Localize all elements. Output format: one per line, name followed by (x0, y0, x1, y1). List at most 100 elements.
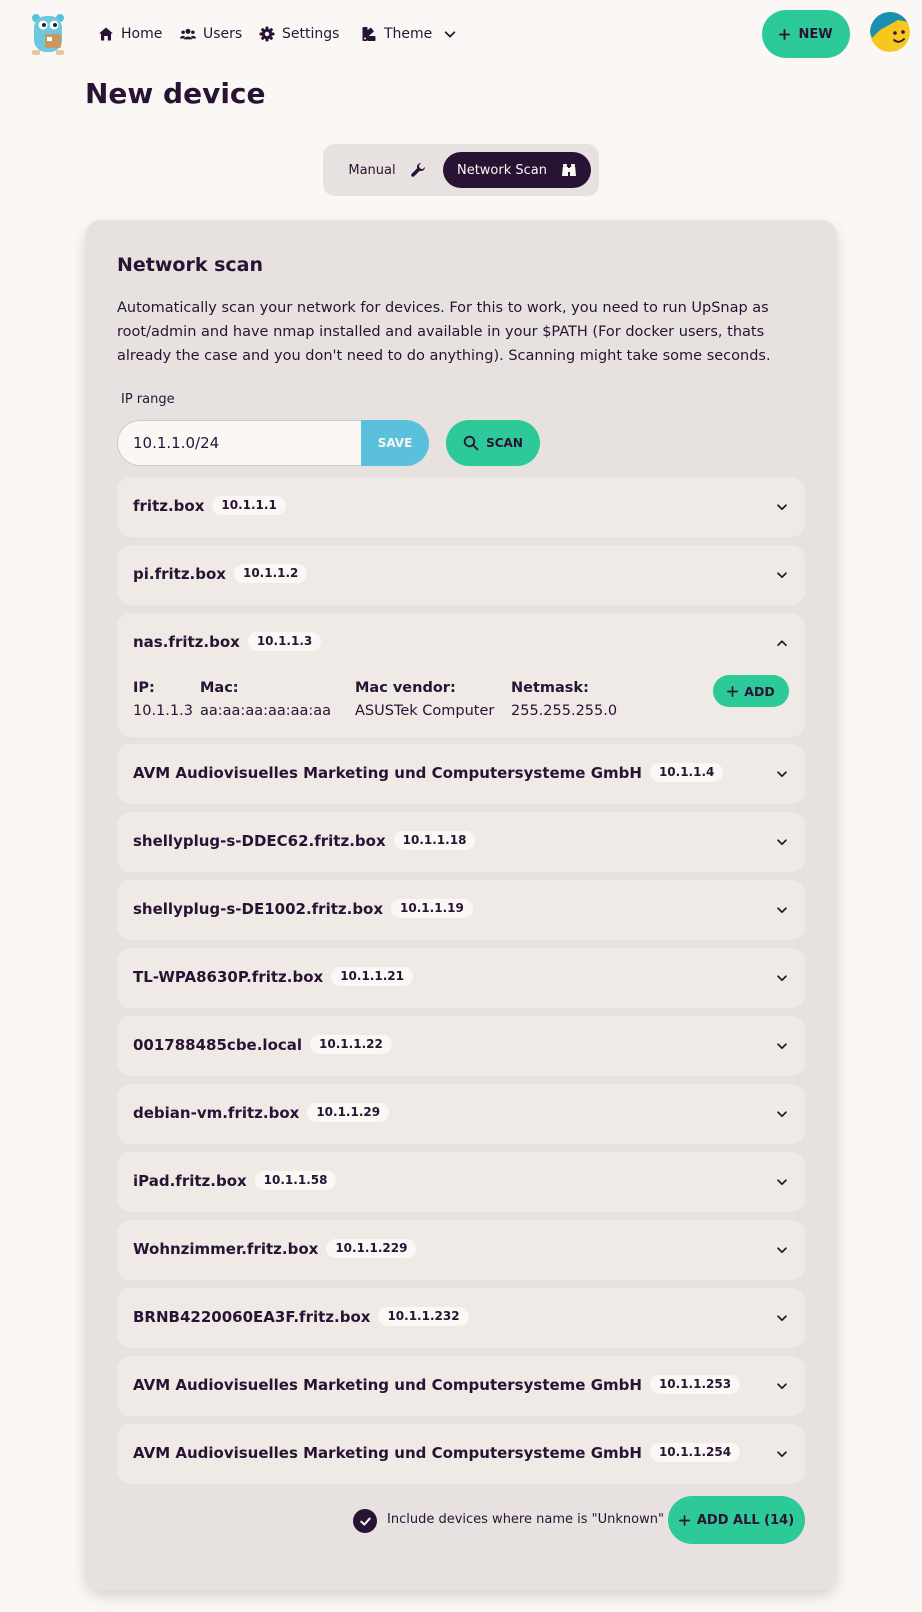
new-button-label: NEW (798, 26, 833, 42)
nav-users-label: Users (203, 26, 243, 42)
nav-users-link[interactable]: Users (180, 22, 242, 46)
theme-dropdown[interactable]: Theme (361, 22, 457, 46)
nav-home-link[interactable]: Home (98, 22, 162, 46)
device-item-header[interactable]: nas.fritz.box 10.1.1.3 (117, 613, 805, 673)
chevron-down-icon (777, 771, 787, 778)
include-unknown-label: Include devices where name is "Unknown" (387, 1512, 664, 1527)
chevron-down-icon (777, 1451, 787, 1458)
chevron-down-icon (777, 504, 787, 511)
chevron-down-icon (777, 1315, 787, 1322)
nav-settings-link[interactable]: Settings (259, 22, 339, 46)
device-item-header[interactable]: AVM Audiovisuelles Marketing und Compute… (117, 1356, 805, 1416)
device-item-header[interactable]: shellyplug-s-DE1002.fritz.box 10.1.1.19 (117, 880, 805, 940)
device-item-header[interactable]: Wohnzimmer.fritz.box 10.1.1.229 (117, 1220, 805, 1280)
device-item: TL-WPA8630P.fritz.box 10.1.1.21 (117, 948, 805, 1008)
device-name: shellyplug-s-DDEC62.fritz.box (133, 831, 386, 850)
device-item: AVM Audiovisuelles Marketing und Compute… (117, 1356, 805, 1416)
home-icon (99, 27, 113, 41)
device-name: BRNB4220060EA3F.fritz.box (133, 1307, 371, 1326)
add-button-label: ADD (744, 683, 775, 699)
device-name: 001788485cbe.local (133, 1035, 303, 1054)
page-title: New device (85, 77, 266, 110)
device-name: AVM Audiovisuelles Marketing und Compute… (133, 1375, 642, 1394)
tab-network-scan-label: Network Scan (456, 162, 548, 178)
device-name: Wohnzimmer.fritz.box (133, 1239, 319, 1258)
detail-mac-vendor: Mac vendor: ASUSTek Computer (355, 677, 494, 723)
new-device-button[interactable]: NEW (762, 10, 850, 58)
device-item-header[interactable]: AVM Audiovisuelles Marketing und Compute… (117, 1424, 805, 1484)
theme-label: Theme (384, 26, 433, 42)
scan-button[interactable]: SCAN (446, 420, 540, 466)
device-ip-badge: 10.1.1.4 (649, 763, 724, 782)
device-ip-badge: 10.1.1.229 (326, 1239, 417, 1258)
plus-icon (727, 685, 739, 697)
plus-icon (779, 28, 791, 40)
device-name: shellyplug-s-DE1002.fritz.box (133, 899, 384, 918)
detail-netmask-value: 255.255.255.0 (511, 703, 618, 719)
device-item-header[interactable]: AVM Audiovisuelles Marketing und Compute… (117, 744, 805, 804)
device-ip-badge: 10.1.1.21 (331, 967, 413, 986)
chevron-down-icon (777, 975, 787, 982)
device-item-header[interactable]: TL-WPA8630P.fritz.box 10.1.1.21 (117, 948, 805, 1008)
device-item: 001788485cbe.local 10.1.1.22 (117, 1016, 805, 1076)
chevron-down-icon (777, 1111, 787, 1118)
device-name: pi.fritz.box (133, 564, 226, 583)
upsnap-logo[interactable] (28, 12, 68, 56)
detail-mac: Mac: aa:aa:aa:aa:aa:aa (200, 677, 331, 723)
device-item: fritz.box 10.1.1.1 (117, 477, 805, 537)
device-item: AVM Audiovisuelles Marketing und Compute… (117, 1424, 805, 1484)
device-item-header[interactable]: 001788485cbe.local 10.1.1.22 (117, 1016, 805, 1076)
detail-netmask-label: Netmask: (511, 680, 589, 696)
mode-toggle: Manual Network Scan (323, 144, 599, 196)
device-item: shellyplug-s-DE1002.fritz.box 10.1.1.19 (117, 880, 805, 940)
device-name: nas.fritz.box (133, 632, 240, 651)
user-avatar[interactable] (870, 12, 910, 52)
plus-icon (678, 1514, 690, 1526)
device-item-header[interactable]: debian-vm.fritz.box 10.1.1.29 (117, 1084, 805, 1144)
detail-ip: IP: 10.1.1.3 (133, 677, 193, 723)
device-ip-badge: 10.1.1.232 (378, 1307, 469, 1326)
chevron-down-icon (777, 839, 787, 846)
add-all-button[interactable]: ADD ALL (14) (668, 1496, 805, 1544)
users-icon (180, 28, 196, 40)
device-item: debian-vm.fritz.box 10.1.1.29 (117, 1084, 805, 1144)
device-item-header[interactable]: shellyplug-s-DDEC62.fritz.box 10.1.1.18 (117, 812, 805, 872)
wrench-icon (410, 162, 425, 177)
chevron-down-icon (777, 1383, 787, 1390)
device-name: AVM Audiovisuelles Marketing und Compute… (133, 1443, 642, 1462)
navbar: Home Users Settings Theme NEW (0, 0, 922, 68)
chevron-down-icon (777, 572, 787, 579)
device-ip-badge: 10.1.1.58 (254, 1171, 337, 1190)
device-ip-badge: 10.1.1.1 (212, 496, 286, 515)
detail-mac-value: aa:aa:aa:aa:aa:aa (200, 703, 332, 719)
add-device-button[interactable]: ADD (713, 675, 789, 707)
device-ip-badge: 10.1.1.18 (393, 831, 476, 850)
device-name: AVM Audiovisuelles Marketing und Compute… (133, 763, 642, 782)
tab-manual[interactable]: Manual (331, 152, 443, 188)
card-title: Network scan (117, 254, 264, 276)
binoculars-icon (562, 164, 577, 176)
device-item-header[interactable]: pi.fritz.box 10.1.1.2 (117, 545, 805, 605)
save-range-button[interactable]: SAVE (361, 420, 429, 466)
chevron-down-icon (445, 31, 456, 38)
device-ip-badge: 10.1.1.19 (391, 899, 473, 918)
device-item-header[interactable]: BRNB4220060EA3F.fritz.box 10.1.1.232 (117, 1288, 805, 1348)
tab-network-scan[interactable]: Network Scan (443, 152, 591, 188)
device-item-header[interactable]: iPad.fritz.box 10.1.1.58 (117, 1152, 805, 1212)
device-ip-badge: 10.1.1.254 (649, 1443, 741, 1462)
add-all-label: ADD ALL (14) (696, 1512, 795, 1528)
device-name: TL-WPA8630P.fritz.box (133, 967, 324, 986)
device-item: shellyplug-s-DDEC62.fritz.box 10.1.1.18 (117, 812, 805, 872)
device-ip-badge: 10.1.1.22 (310, 1035, 392, 1054)
device-ip-badge: 10.1.1.3 (247, 632, 322, 651)
include-unknown-checkbox[interactable] (353, 1509, 377, 1533)
detail-netmask: Netmask: 255.255.255.0 (511, 677, 617, 723)
device-name: fritz.box (133, 496, 205, 515)
network-scan-card: Network scan Automatically scan your net… (85, 220, 837, 1590)
detail-ip-label: IP: (133, 680, 155, 696)
device-ip-badge: 10.1.1.2 (233, 564, 308, 583)
detail-mac-label: Mac: (200, 680, 239, 696)
tab-manual-label: Manual (348, 162, 396, 178)
device-item-header[interactable]: fritz.box 10.1.1.1 (117, 477, 805, 537)
ip-range-input[interactable] (117, 420, 361, 466)
